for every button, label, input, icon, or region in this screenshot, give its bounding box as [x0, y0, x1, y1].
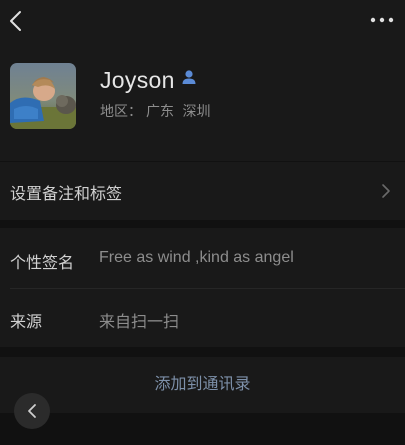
floating-back-button[interactable] [14, 393, 50, 429]
region-city: 深圳 [182, 104, 211, 120]
signature-value: Free as wind ,kind as angel [99, 249, 294, 266]
signature-label: 个性签名 [10, 253, 75, 272]
chevron-right-icon [382, 184, 390, 198]
profile-header: Joyson 地区： 广东 深圳 [0, 44, 405, 161]
section-divider [0, 347, 405, 357]
top-bar [0, 0, 405, 44]
region-label: 地区： [100, 104, 142, 120]
signature-row: 个性签名 Free as wind ,kind as angel [0, 228, 405, 288]
section-divider [0, 220, 405, 228]
more-icon[interactable] [369, 12, 395, 28]
source-value: 来自扫一扫 [99, 314, 180, 331]
name-row: Joyson [100, 64, 197, 96]
back-icon [28, 404, 36, 418]
back-icon[interactable] [6, 10, 26, 32]
contact-name: Joyson [100, 66, 175, 93]
bottom-area [0, 413, 405, 445]
remark-tags-row[interactable]: 设置备注和标签 [0, 162, 405, 220]
region-province: 广东 [146, 104, 174, 120]
source-label: 来源 [10, 312, 43, 331]
remark-tags-label: 设置备注和标签 [10, 184, 123, 203]
male-icon [182, 70, 196, 84]
add-to-contacts-button[interactable]: 添加到通讯录 [0, 357, 405, 413]
source-row: 来源 来自扫一扫 [0, 289, 405, 347]
avatar[interactable] [10, 63, 76, 129]
region-info: 地区： 广东 深圳 [100, 101, 214, 121]
